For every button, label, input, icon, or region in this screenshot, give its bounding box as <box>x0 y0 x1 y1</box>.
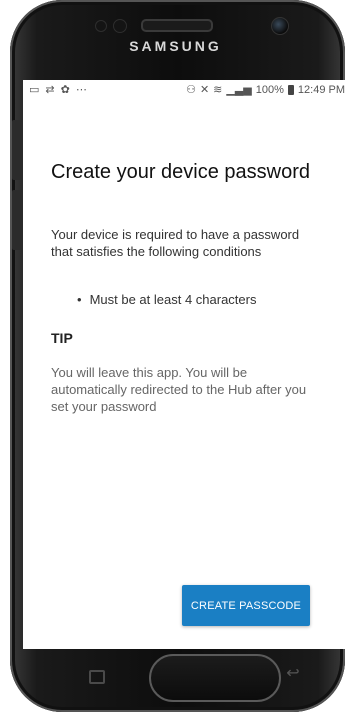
battery-icon <box>287 85 294 95</box>
page-title: Create your device password <box>51 161 311 183</box>
brand-logo: SAMSUNG <box>129 38 222 54</box>
status-bar: ▭ ⇄ ✿ ⋯ ⚇ ✕ ≋ ▁▃▅ 100% 12:49 PM <box>23 80 347 100</box>
proximity-sensor <box>95 20 107 32</box>
system-icons: ⚇ ✕ ≋ ▁▃▅ 100% 12:49 PM <box>186 83 345 97</box>
front-camera <box>271 17 289 35</box>
battery-percent: 100% <box>255 84 284 96</box>
recent-apps-icon[interactable] <box>89 670 105 684</box>
volume-up-button <box>12 120 22 180</box>
nfc-icon: ⚇ <box>186 84 196 96</box>
earpiece-speaker <box>141 19 213 32</box>
mute-icon: ✕ <box>199 84 210 96</box>
clock: 12:49 PM <box>297 84 345 96</box>
tip-heading: TIP <box>51 330 73 346</box>
home-button[interactable] <box>149 654 281 702</box>
volume-down-button <box>12 190 22 250</box>
settings-icon: ✿ <box>60 84 70 96</box>
wifi-icon: ≋ <box>213 84 223 96</box>
phone-screenshot: SAMSUNG ▭ ⇄ ✿ ⋯ ⚇ ✕ ≋ ▁▃▅ 100% 12:49 PM … <box>0 0 351 714</box>
back-icon[interactable]: ↩ <box>283 664 303 684</box>
tip-text: You will leave this app. You will be aut… <box>51 365 307 414</box>
gallery-icon: ▭ <box>29 84 40 96</box>
light-sensor <box>113 19 127 33</box>
more-notifications-icon: ⋯ <box>75 84 87 96</box>
condition-text: Must be at least 4 characters <box>89 292 257 307</box>
bullet-dot: • <box>77 292 82 307</box>
create-passcode-button[interactable]: CREATE PASSCODE <box>182 585 310 626</box>
sync-icon: ⇄ <box>45 84 55 96</box>
condition-item: • Must be at least 4 characters <box>77 292 317 307</box>
notification-icons: ▭ ⇄ ✿ ⋯ <box>29 83 87 97</box>
signal-icon: ▁▃▅ <box>226 84 252 96</box>
page-description: Your device is required to have a passwo… <box>51 227 300 259</box>
